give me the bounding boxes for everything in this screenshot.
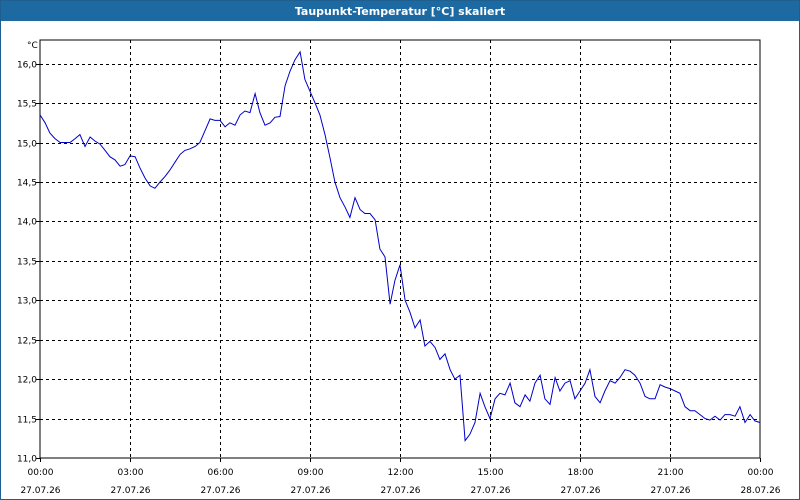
y-tick-label: 16,0: [17, 61, 37, 71]
y-axis-unit-label: °C: [27, 41, 38, 51]
x-tick-date-label: 27.07.26: [560, 486, 600, 496]
x-tick-time-label: 18:00: [568, 468, 594, 478]
x-tick-time-label: 12:00: [388, 468, 414, 478]
x-tick-time-label: 06:00: [208, 468, 234, 478]
chart-window: Taupunkt-Temperatur [°C] skaliert 16,0 15…: [0, 0, 800, 500]
x-tick-time-label: 00:00: [748, 468, 774, 478]
y-tick-label: 12,5: [17, 337, 37, 347]
x-tick-time-label: 00:00: [28, 468, 54, 478]
x-tick-date-label: 27.07.26: [200, 486, 240, 496]
y-tick-label: 14,0: [17, 218, 37, 228]
y-tick-label: 15,5: [17, 100, 37, 110]
y-tick-label: 14,5: [17, 179, 37, 189]
x-tick-date-label: 27.07.26: [470, 486, 510, 496]
x-tick-date-label: 27.07.26: [380, 486, 420, 496]
x-tick-date-label: 27.07.26: [110, 486, 150, 496]
x-tick-date-label: 27.07.26: [290, 486, 330, 496]
y-tick-label: 11,0: [17, 455, 37, 465]
x-tick-time-label: 03:00: [118, 468, 144, 478]
x-tick-date-label: 27.07.26: [650, 486, 690, 496]
dew-point-chart: 16,0 15,5 15,0 14,5 14,0 13,5 13,0 12,5 12,0 11,5…: [17, 39, 781, 496]
y-tick-label: 13,0: [17, 297, 37, 307]
x-tick-date-label: 27.07.26: [20, 486, 60, 496]
y-tick-label: 12,0: [17, 376, 37, 386]
x-tick-time-label: 09:00: [298, 468, 324, 478]
y-tick-label: 15,0: [17, 140, 37, 150]
x-tick-date-label: 28.07.26: [740, 486, 780, 496]
y-tick-label: 11,5: [17, 416, 37, 426]
x-tick-time-label: 15:00: [478, 468, 504, 478]
y-tick-label: 13,5: [17, 258, 37, 268]
x-tick-time-label: 21:00: [658, 468, 684, 478]
